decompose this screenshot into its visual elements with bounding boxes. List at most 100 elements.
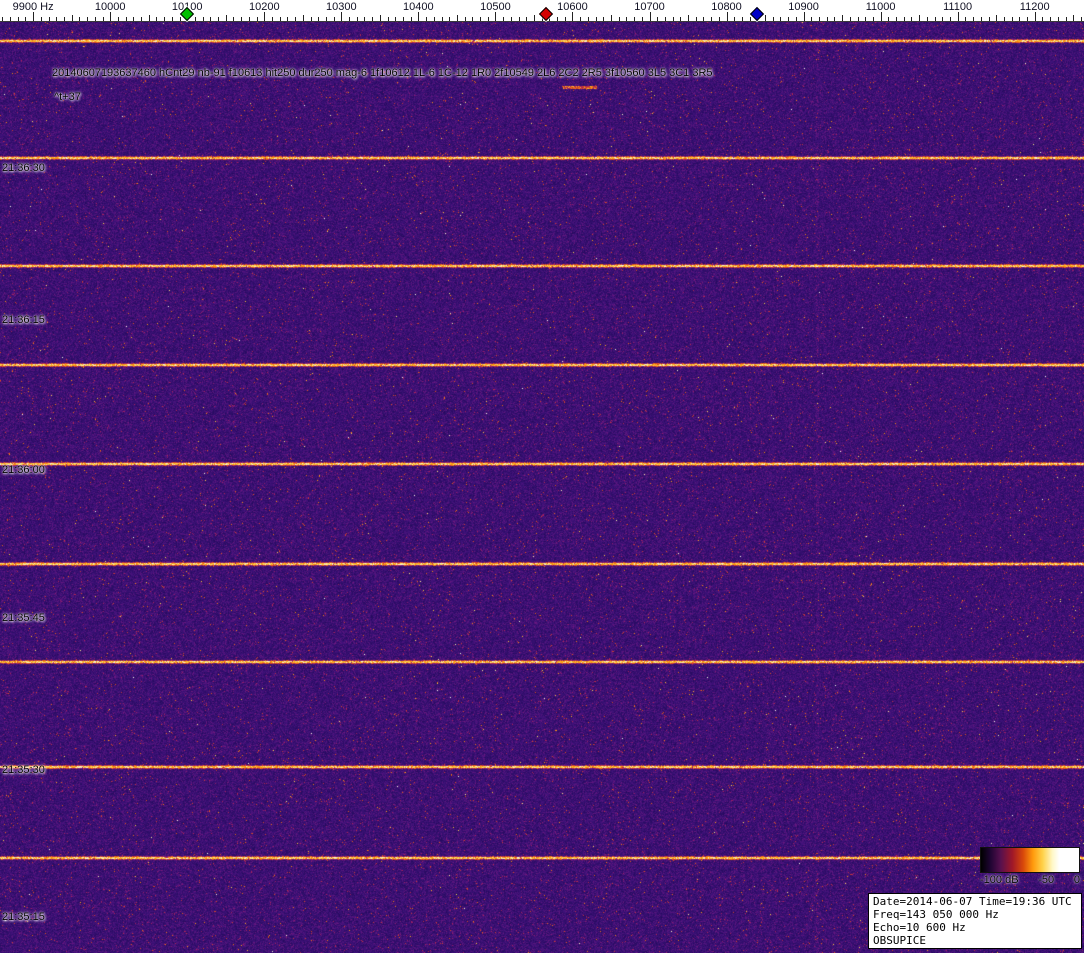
- ruler-tick: [719, 17, 720, 21]
- ruler-tick: [665, 17, 666, 21]
- ruler-tick: [773, 17, 774, 21]
- ruler-tick: [87, 17, 88, 21]
- ruler-tick: [103, 17, 104, 21]
- ruler-tick: [442, 17, 443, 21]
- ruler-tick: [49, 17, 50, 21]
- ruler-tick: [973, 17, 974, 21]
- time-tick-label: 21:36:15: [2, 314, 45, 326]
- ruler-tick: [626, 17, 627, 21]
- info-echo-line: Echo=10 600 Hz: [873, 921, 1077, 934]
- time-tick-label: 21:35:30: [2, 764, 45, 776]
- freq-tick-label: 10700: [634, 1, 665, 13]
- ruler-tick: [257, 17, 258, 21]
- ruler-tick: [449, 17, 450, 21]
- ruler-tick: [241, 17, 242, 21]
- ruler-tick: [927, 17, 928, 21]
- freq-tick-label: 10200: [249, 1, 280, 13]
- ruler-tick: [349, 17, 350, 21]
- ruler-tick: [380, 15, 381, 21]
- ruler-tick: [958, 12, 959, 21]
- ruler-tick: [557, 17, 558, 21]
- colorbar-label-mid: -50: [1038, 874, 1054, 886]
- ruler-tick: [996, 15, 997, 21]
- ruler-tick: [1081, 17, 1082, 21]
- ruler-tick: [272, 17, 273, 21]
- ruler-tick: [357, 17, 358, 21]
- ruler-tick: [303, 15, 304, 21]
- ruler-tick: [819, 17, 820, 21]
- ruler-tick: [842, 15, 843, 21]
- freq-tick-label: 10500: [480, 1, 511, 13]
- ruler-tick: [780, 17, 781, 21]
- ruler-tick: [711, 17, 712, 21]
- ruler-tick: [1050, 17, 1051, 21]
- colorbar-labels: -100 dB -50 0: [980, 874, 1080, 886]
- freq-tick-label: 10800: [711, 1, 742, 13]
- ruler-tick: [388, 17, 389, 21]
- ruler-tick: [480, 17, 481, 21]
- freq-tick-label: 10300: [326, 1, 357, 13]
- info-freq-line: Freq=143 050 000 Hz: [873, 908, 1077, 921]
- ruler-tick: [858, 17, 859, 21]
- ruler-tick: [1035, 12, 1036, 21]
- ruler-tick: [888, 17, 889, 21]
- ruler-tick: [164, 17, 165, 21]
- blue-marker-diamond-icon[interactable]: [750, 7, 764, 21]
- ruler-tick: [642, 17, 643, 21]
- ruler-tick: [534, 15, 535, 21]
- freq-tick-label: 10000: [95, 1, 126, 13]
- ruler-tick: [588, 17, 589, 21]
- ruler-tick: [657, 17, 658, 21]
- freq-tick-label: 10400: [403, 1, 434, 13]
- ruler-tick: [1073, 15, 1074, 21]
- ruler-tick: [827, 17, 828, 21]
- info-station-line: OBSUPICE: [873, 934, 1077, 947]
- ruler-tick: [981, 17, 982, 21]
- time-tick-label: 21:35:45: [2, 612, 45, 624]
- freq-tick-label: 11100: [943, 1, 972, 13]
- ruler-tick: [141, 17, 142, 21]
- ruler-tick: [911, 17, 912, 21]
- ruler-tick: [1012, 17, 1013, 21]
- ruler-tick: [318, 17, 319, 21]
- ruler-tick: [727, 12, 728, 21]
- ruler-tick: [788, 17, 789, 21]
- red-marker-diamond-icon[interactable]: [538, 7, 552, 21]
- ruler-tick: [341, 12, 342, 21]
- ruler-tick: [572, 12, 573, 21]
- status-info-box: Date=2014-06-07 Time=19:36 UTC Freq=143 …: [868, 893, 1082, 949]
- ruler-tick: [619, 17, 620, 21]
- freq-tick-label: 11200: [1020, 1, 1050, 13]
- ruler-tick: [10, 17, 11, 21]
- ruler-tick: [280, 17, 281, 21]
- ruler-tick: [411, 17, 412, 21]
- ruler-tick: [395, 17, 396, 21]
- ruler-tick: [172, 17, 173, 21]
- freq-tick-label: 9900 Hz: [13, 1, 54, 13]
- ruler-tick: [989, 17, 990, 21]
- ruler-tick: [2, 17, 3, 21]
- ruler-tick: [25, 17, 26, 21]
- ruler-tick: [634, 17, 635, 21]
- spectrogram-waterfall-canvas: [0, 22, 1084, 953]
- ruler-tick: [72, 15, 73, 21]
- ruler-tick: [372, 17, 373, 21]
- ruler-tick: [742, 17, 743, 21]
- ruler-tick: [519, 17, 520, 21]
- ruler-tick: [919, 15, 920, 21]
- ruler-tick: [596, 17, 597, 21]
- ruler-tick: [203, 17, 204, 21]
- colorbar-label-max: 0: [1074, 874, 1080, 886]
- ruler-tick: [1058, 17, 1059, 21]
- event-detection-text: 20140607193637460 hCnt29 nb-91 f10613 hi…: [52, 67, 713, 79]
- ruler-tick: [703, 17, 704, 21]
- freq-tick-label: 10900: [788, 1, 819, 13]
- ruler-tick: [565, 17, 566, 21]
- ruler-tick: [511, 17, 512, 21]
- ruler-tick: [896, 17, 897, 21]
- ruler-tick: [765, 15, 766, 21]
- ruler-tick: [210, 17, 211, 21]
- ruler-tick: [603, 17, 604, 21]
- frequency-ruler[interactable]: 9900 Hz100001010010200103001040010500106…: [0, 0, 1084, 22]
- time-tick-label: 21:36:30: [2, 162, 45, 174]
